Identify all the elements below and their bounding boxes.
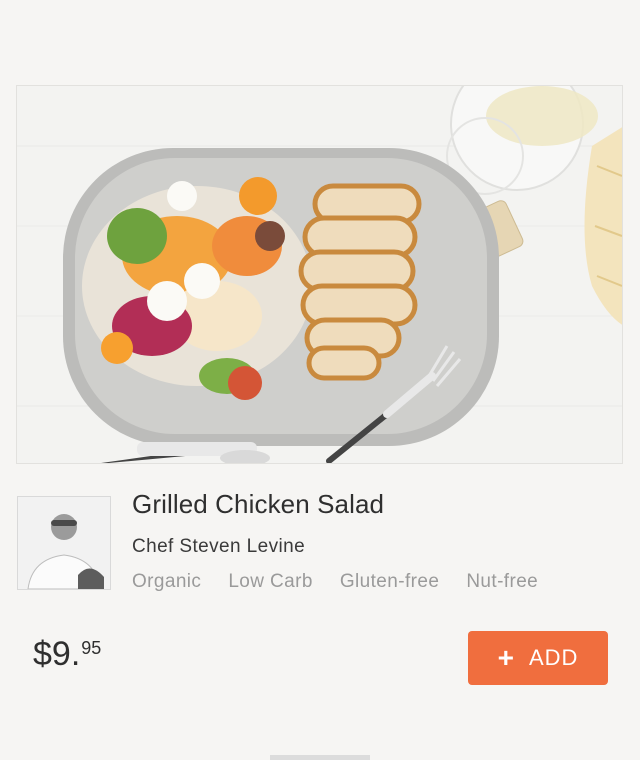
tag-nut-free: Nut-free: [466, 571, 539, 592]
add-button[interactable]: + ADD: [468, 631, 608, 685]
price-whole: $9.: [33, 635, 81, 673]
tag-gluten-free: Gluten-free: [339, 571, 440, 592]
diet-tags: Organic Low Carb Gluten-free Nut-free: [132, 571, 565, 593]
meal-card-page: Grilled Chicken Salad Chef Steven Levine…: [0, 0, 640, 760]
chef-name[interactable]: Chef Steven Levine: [132, 536, 305, 558]
add-label: ADD: [528, 645, 579, 670]
tag-low-carb: Low Carb: [228, 571, 313, 592]
chef-avatar: [17, 496, 111, 590]
meal-photo[interactable]: [16, 85, 623, 464]
price-cents: 95: [81, 638, 102, 658]
tag-organic: Organic: [132, 571, 202, 592]
plus-icon: +: [497, 642, 515, 673]
meal-title: Grilled Chicken Salad: [132, 489, 385, 519]
scroll-indicator: [270, 755, 370, 760]
price: $9. 95: [33, 634, 101, 674]
